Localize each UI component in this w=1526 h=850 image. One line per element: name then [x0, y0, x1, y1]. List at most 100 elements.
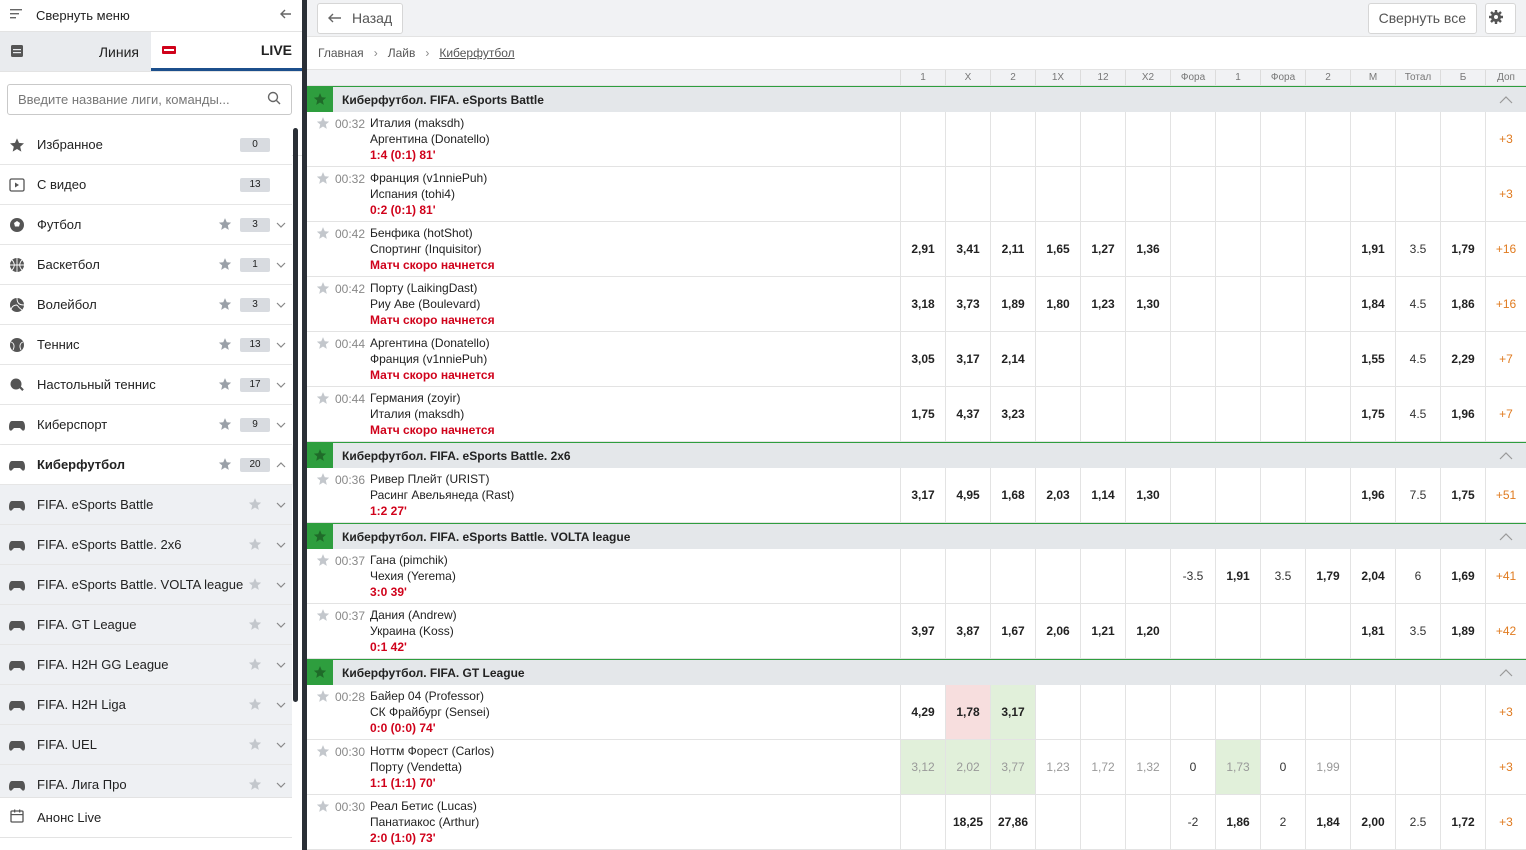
odds-cell[interactable]: [1260, 685, 1305, 739]
team-away[interactable]: Спортинг (Inquisitor): [370, 241, 495, 257]
match-row[interactable]: 00:32 Италия (maksdh) Аргентина (Donatel…: [307, 112, 1526, 167]
odds-cell[interactable]: [1035, 167, 1080, 221]
odds-cell[interactable]: 1,27: [1080, 222, 1125, 276]
odds-cell[interactable]: [1215, 685, 1260, 739]
odds-cell[interactable]: [1260, 604, 1305, 658]
favorite-star-icon[interactable]: [316, 390, 332, 441]
odds-cell[interactable]: [1215, 468, 1260, 522]
favorite-star-icon[interactable]: [316, 743, 332, 794]
sidebar-subitem[interactable]: FIFA. H2H Liga: [0, 685, 292, 725]
odds-cell[interactable]: 1,80: [1035, 277, 1080, 331]
team-away[interactable]: СК Фрайбург (Sensei): [370, 704, 490, 720]
odds-cell[interactable]: [1170, 387, 1215, 441]
odds-cell[interactable]: 3,73: [945, 277, 990, 331]
odds-cell[interactable]: 1,96: [1440, 387, 1485, 441]
breadcrumb-live[interactable]: Лайв: [388, 46, 416, 60]
odds-cell[interactable]: [1170, 277, 1215, 331]
team-away[interactable]: Расинг Авельянеда (Rast): [370, 487, 514, 503]
favorite-star-icon[interactable]: [248, 497, 264, 513]
odds-cell[interactable]: 1,55: [1350, 332, 1395, 386]
team-home[interactable]: Гана (pimchik): [370, 552, 456, 568]
team-home[interactable]: Дания (Andrew): [370, 607, 457, 623]
odds-cell[interactable]: [1035, 795, 1080, 849]
league-header[interactable]: Киберфутбол. FIFA. eSports Battle. VOLTA…: [307, 523, 1526, 549]
odds-cell[interactable]: 2,06: [1035, 604, 1080, 658]
odds-cell[interactable]: 0: [1260, 740, 1305, 794]
favorite-star-icon[interactable]: [316, 115, 332, 166]
odds-cell[interactable]: [1125, 387, 1170, 441]
odds-cell[interactable]: [1305, 332, 1350, 386]
favorite-star-icon[interactable]: [307, 523, 333, 549]
odds-cell[interactable]: 4,95: [945, 468, 990, 522]
odds-cell[interactable]: 3,23: [990, 387, 1035, 441]
more-markets-link[interactable]: +3: [1485, 740, 1526, 794]
chevron-down-icon[interactable]: [270, 542, 292, 548]
breadcrumb-current[interactable]: Киберфутбол: [439, 46, 514, 60]
odds-cell[interactable]: [1035, 387, 1080, 441]
odds-cell[interactable]: [1305, 222, 1350, 276]
odds-cell[interactable]: 1,72: [1440, 795, 1485, 849]
odds-cell[interactable]: 1,65: [1035, 222, 1080, 276]
favorite-star-icon[interactable]: [316, 335, 332, 386]
more-markets-link[interactable]: +3: [1485, 795, 1526, 849]
arrow-left-icon[interactable]: [280, 8, 292, 23]
announce-live-item[interactable]: Анонс Live: [0, 797, 292, 838]
odds-cell[interactable]: 3,97: [900, 604, 945, 658]
odds-cell[interactable]: [1395, 685, 1440, 739]
odds-cell[interactable]: [1260, 167, 1305, 221]
favorite-star-icon[interactable]: [218, 217, 234, 233]
sidebar-subitem[interactable]: FIFA. UEL: [0, 725, 292, 765]
odds-cell[interactable]: 6: [1395, 549, 1440, 603]
team-home[interactable]: Бенфика (hotShot): [370, 225, 495, 241]
favorite-star-icon[interactable]: [248, 777, 264, 793]
sidebar-item[interactable]: Настольный теннис 17: [0, 365, 292, 405]
chevron-down-icon[interactable]: [270, 222, 292, 228]
odds-cell[interactable]: 1,89: [1440, 604, 1485, 658]
odds-cell[interactable]: [1170, 604, 1215, 658]
odds-cell[interactable]: 3.5: [1260, 549, 1305, 603]
sidebar-subitem[interactable]: FIFA. eSports Battle: [0, 485, 292, 525]
odds-cell[interactable]: 4.5: [1395, 387, 1440, 441]
chevron-down-icon[interactable]: [270, 582, 292, 588]
odds-cell[interactable]: [1350, 112, 1395, 166]
odds-cell[interactable]: [945, 112, 990, 166]
odds-cell[interactable]: 4,29: [900, 685, 945, 739]
odds-cell[interactable]: 2,14: [990, 332, 1035, 386]
chevron-down-icon[interactable]: [270, 422, 292, 428]
tab-live[interactable]: LIVE: [151, 32, 302, 71]
odds-cell[interactable]: 1,75: [1350, 387, 1395, 441]
odds-cell[interactable]: 7.5: [1395, 468, 1440, 522]
favorite-star-icon[interactable]: [316, 280, 332, 331]
odds-cell[interactable]: 3,17: [900, 468, 945, 522]
odds-cell[interactable]: [990, 112, 1035, 166]
odds-cell[interactable]: 1,91: [1350, 222, 1395, 276]
odds-cell[interactable]: 1,72: [1080, 740, 1125, 794]
team-home[interactable]: Аргентина (Donatello): [370, 335, 495, 351]
odds-cell[interactable]: 4,37: [945, 387, 990, 441]
odds-cell[interactable]: 2,00: [1350, 795, 1395, 849]
team-away[interactable]: Риу Аве (Boulevard): [370, 296, 495, 312]
favorite-star-icon[interactable]: [316, 225, 332, 276]
odds-cell[interactable]: 1,68: [990, 468, 1035, 522]
team-home[interactable]: Порту (LaikingDast): [370, 280, 495, 296]
chevron-up-icon[interactable]: [1486, 451, 1526, 460]
odds-cell[interactable]: [1260, 332, 1305, 386]
match-row[interactable]: 00:37 Дания (Andrew) Украина (Koss) 0:1 …: [307, 604, 1526, 659]
odds-cell[interactable]: [900, 549, 945, 603]
team-home[interactable]: Франция (v1nniePuh): [370, 170, 487, 186]
odds-cell[interactable]: [1080, 167, 1125, 221]
team-away[interactable]: Аргентина (Donatello): [370, 131, 490, 147]
match-row[interactable]: 00:44 Аргентина (Donatello) Франция (v1n…: [307, 332, 1526, 387]
favorite-star-icon[interactable]: [316, 798, 332, 849]
odds-cell[interactable]: 4.5: [1395, 332, 1440, 386]
odds-cell[interactable]: 3,05: [900, 332, 945, 386]
odds-cell[interactable]: [1440, 112, 1485, 166]
team-away[interactable]: Франция (v1nniePuh): [370, 351, 495, 367]
more-markets-link[interactable]: +3: [1485, 167, 1526, 221]
league-header[interactable]: Киберфутбол. FIFA. GT League: [307, 659, 1526, 685]
match-row[interactable]: 00:37 Гана (pimchik) Чехия (Yerema) 3:0 …: [307, 549, 1526, 604]
odds-cell[interactable]: 3,17: [945, 332, 990, 386]
collapse-menu-bar[interactable]: Свернуть меню: [0, 0, 302, 32]
odds-cell[interactable]: [1080, 795, 1125, 849]
search-input[interactable]: Введите название лиги, команды...: [7, 84, 292, 115]
